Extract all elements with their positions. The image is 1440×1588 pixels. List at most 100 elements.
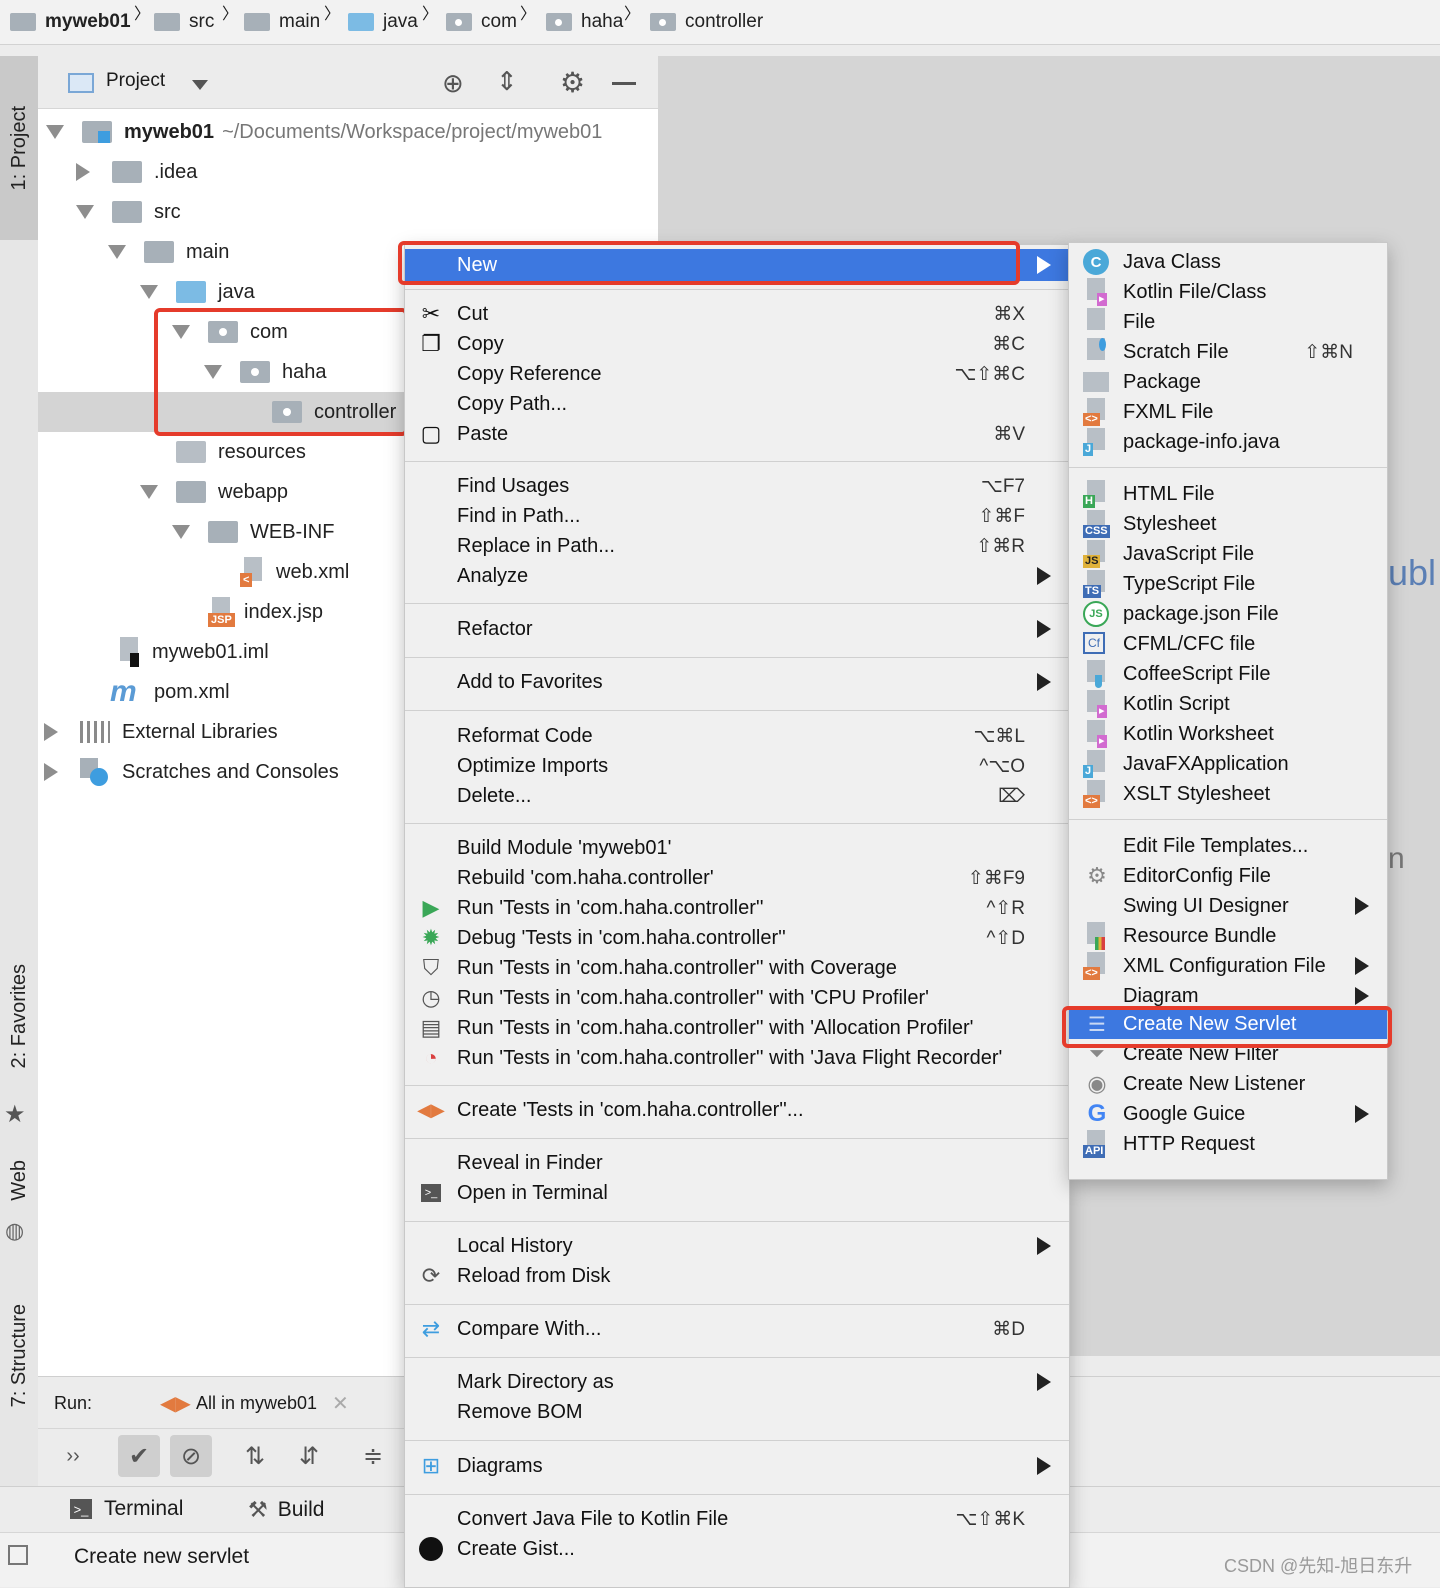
menu-item-kotlin-script[interactable]: ▸ Kotlin Script: [1069, 689, 1387, 719]
menu-item-run-flight-recorder[interactable]: ◔ Run 'Tests in 'com.haha.controller'' w…: [405, 1043, 1069, 1073]
menu-item-xml-configuration-file[interactable]: <> XML Configuration File: [1069, 951, 1387, 981]
menu-item-package[interactable]: Package: [1069, 367, 1387, 397]
breadcrumb-item-java[interactable]: java: [348, 0, 418, 44]
chevron-down-icon[interactable]: [192, 80, 208, 90]
menu-item-run-allocation-profiler[interactable]: ▤ Run 'Tests in 'com.haha.controller'' w…: [405, 1013, 1069, 1043]
menu-item-create-gist[interactable]: Create Gist...: [405, 1534, 1069, 1564]
breadcrumb-item-com[interactable]: com: [446, 0, 517, 44]
tree-item-web-xml[interactable]: < web.xml: [240, 552, 349, 592]
hide-panel-icon[interactable]: [612, 82, 636, 85]
breadcrumb-item-src[interactable]: src: [154, 0, 214, 44]
tree-item-idea[interactable]: .idea: [76, 152, 197, 192]
menu-item-convert-to-kotlin[interactable]: Convert Java File to Kotlin File ⌥⇧⌘K: [405, 1504, 1069, 1534]
menu-item-editorconfig-file[interactable]: ⚙ EditorConfig File: [1069, 861, 1387, 891]
breadcrumb-item-haha[interactable]: haha: [546, 0, 623, 44]
tool-tab-favorites[interactable]: 2: Favorites: [0, 936, 38, 1096]
tree-item-main[interactable]: main: [108, 232, 229, 272]
expand-all-icon[interactable]: ≑: [352, 1435, 394, 1477]
close-icon[interactable]: ✕: [332, 1391, 349, 1416]
tree-item-iml[interactable]: myweb01.iml: [116, 632, 269, 672]
collapsed-arrow-icon[interactable]: [44, 763, 58, 781]
menu-item-local-history[interactable]: Local History: [405, 1231, 1069, 1261]
expand-arrow-icon[interactable]: [140, 285, 158, 299]
menu-item-build-module[interactable]: Build Module 'myweb01': [405, 833, 1069, 863]
menu-item-scratch-file[interactable]: Scratch File ⇧⌘N: [1069, 337, 1387, 367]
menu-item-google-guice[interactable]: G Google Guice: [1069, 1099, 1387, 1129]
tree-item-src[interactable]: src: [76, 192, 181, 232]
tab-terminal[interactable]: >_ Terminal: [70, 1497, 183, 1521]
tool-tab-project[interactable]: 1: Project: [0, 56, 38, 240]
show-passed-icon[interactable]: ✔: [118, 1435, 160, 1477]
menu-item-file[interactable]: File: [1069, 307, 1387, 337]
menu-item-stylesheet[interactable]: CSS Stylesheet: [1069, 509, 1387, 539]
toggle-tool-windows-icon[interactable]: [8, 1545, 28, 1565]
menu-item-fxml-file[interactable]: <> FXML File: [1069, 397, 1387, 427]
menu-item-mark-directory[interactable]: Mark Directory as: [405, 1367, 1069, 1397]
breadcrumb-item-project[interactable]: myweb01: [10, 0, 131, 44]
menu-item-open-in-terminal[interactable]: >_ Open in Terminal: [405, 1178, 1069, 1208]
expand-arrow-icon[interactable]: [108, 245, 126, 259]
menu-item-xslt-stylesheet[interactable]: <> XSLT Stylesheet: [1069, 779, 1387, 809]
menu-item-http-request[interactable]: API HTTP Request: [1069, 1129, 1387, 1159]
tool-tab-structure[interactable]: 7: Structure: [0, 1290, 38, 1422]
menu-item-html-file[interactable]: H HTML File: [1069, 479, 1387, 509]
tab-build[interactable]: ⚒ Build: [248, 1497, 324, 1523]
menu-item-rebuild[interactable]: Rebuild 'com.haha.controller' ⇧⌘F9: [405, 863, 1069, 893]
menu-item-diagrams[interactable]: ⊞ Diagrams: [405, 1451, 1069, 1481]
menu-item-debug-tests[interactable]: ✹ Debug 'Tests in 'com.haha.controller''…: [405, 923, 1069, 953]
menu-item-reformat-code[interactable]: Reformat Code ⌥⌘L: [405, 721, 1069, 751]
menu-item-compare-with[interactable]: ⇄ Compare With... ⌘D: [405, 1314, 1069, 1344]
menu-item-typescript-file[interactable]: TS TypeScript File: [1069, 569, 1387, 599]
menu-item-find-in-path[interactable]: Find in Path... ⇧⌘F: [405, 501, 1069, 531]
tree-item-webapp[interactable]: webapp: [140, 472, 288, 512]
menu-item-reload-from-disk[interactable]: ⟳ Reload from Disk: [405, 1261, 1069, 1291]
menu-item-package-json[interactable]: JS package.json File: [1069, 599, 1387, 629]
menu-item-add-to-favorites[interactable]: Add to Favorites: [405, 667, 1069, 697]
more-icon[interactable]: ››: [52, 1435, 94, 1477]
tool-tab-web[interactable]: Web: [0, 1150, 38, 1210]
menu-item-refactor[interactable]: Refactor: [405, 614, 1069, 644]
sort-alpha-icon[interactable]: ⇅: [234, 1435, 276, 1477]
tree-item-scratches[interactable]: Scratches and Consoles: [44, 752, 339, 792]
menu-item-run-coverage[interactable]: ⛉ Run 'Tests in 'com.haha.controller'' w…: [405, 953, 1069, 983]
tree-item-resources[interactable]: resources: [176, 432, 306, 472]
menu-item-replace-in-path[interactable]: Replace in Path... ⇧⌘R: [405, 531, 1069, 561]
menu-item-find-usages[interactable]: Find Usages ⌥F7: [405, 471, 1069, 501]
menu-item-paste[interactable]: ▢ Paste ⌘V: [405, 419, 1069, 449]
menu-item-resource-bundle[interactable]: Resource Bundle: [1069, 921, 1387, 951]
tree-item-pom[interactable]: m pom.xml: [110, 672, 230, 712]
expand-arrow-icon[interactable]: [76, 205, 94, 219]
menu-item-optimize-imports[interactable]: Optimize Imports ^⌥O: [405, 751, 1069, 781]
tree-item-external-libraries[interactable]: External Libraries: [44, 712, 278, 752]
tree-item-index-jsp[interactable]: JSP index.jsp: [208, 592, 323, 632]
menu-item-copy-reference[interactable]: Copy Reference ⌥⇧⌘C: [405, 359, 1069, 389]
menu-item-package-info[interactable]: J package-info.java: [1069, 427, 1387, 457]
menu-item-cut[interactable]: ✂ Cut ⌘X: [405, 299, 1069, 329]
breadcrumb-item-controller[interactable]: controller: [650, 0, 763, 44]
menu-item-analyze[interactable]: Analyze: [405, 561, 1069, 591]
menu-item-copy-path[interactable]: Copy Path...: [405, 389, 1069, 419]
tree-item-java[interactable]: java: [140, 272, 255, 312]
project-view-selector[interactable]: Project: [106, 70, 165, 92]
expand-arrow-icon[interactable]: [46, 125, 64, 139]
menu-item-run-tests[interactable]: ▶ Run 'Tests in 'com.haha.controller'' ^…: [405, 893, 1069, 923]
collapse-all-icon[interactable]: ⇕: [496, 66, 518, 97]
menu-item-swing-ui-designer[interactable]: Swing UI Designer: [1069, 891, 1387, 921]
menu-item-javafx-application[interactable]: J JavaFXApplication: [1069, 749, 1387, 779]
menu-item-edit-file-templates[interactable]: Edit File Templates...: [1069, 831, 1387, 861]
menu-item-java-class[interactable]: C Java Class: [1069, 247, 1387, 277]
tree-item-root[interactable]: myweb01 ~/Documents/Workspace/project/my…: [46, 112, 602, 152]
collapsed-arrow-icon[interactable]: [44, 723, 58, 741]
menu-item-delete[interactable]: Delete... ⌦: [405, 781, 1069, 811]
menu-item-cfml-file[interactable]: Cf CFML/CFC file: [1069, 629, 1387, 659]
show-ignored-icon[interactable]: ⊘: [170, 1435, 212, 1477]
sort-duration-icon[interactable]: ⇵: [288, 1435, 330, 1477]
menu-item-kotlin-file[interactable]: ▸ Kotlin File/Class: [1069, 277, 1387, 307]
menu-item-create-tests[interactable]: ◀▶ Create 'Tests in 'com.haha.controller…: [405, 1095, 1069, 1125]
menu-item-remove-bom[interactable]: Remove BOM: [405, 1397, 1069, 1427]
menu-item-run-cpu-profiler[interactable]: ◷ Run 'Tests in 'com.haha.controller'' w…: [405, 983, 1069, 1013]
locate-icon[interactable]: ⊕: [442, 68, 464, 99]
menu-item-create-new-listener[interactable]: ◉ Create New Listener: [1069, 1069, 1387, 1099]
menu-item-kotlin-worksheet[interactable]: ▸ Kotlin Worksheet: [1069, 719, 1387, 749]
menu-item-copy[interactable]: ❐ Copy ⌘C: [405, 329, 1069, 359]
